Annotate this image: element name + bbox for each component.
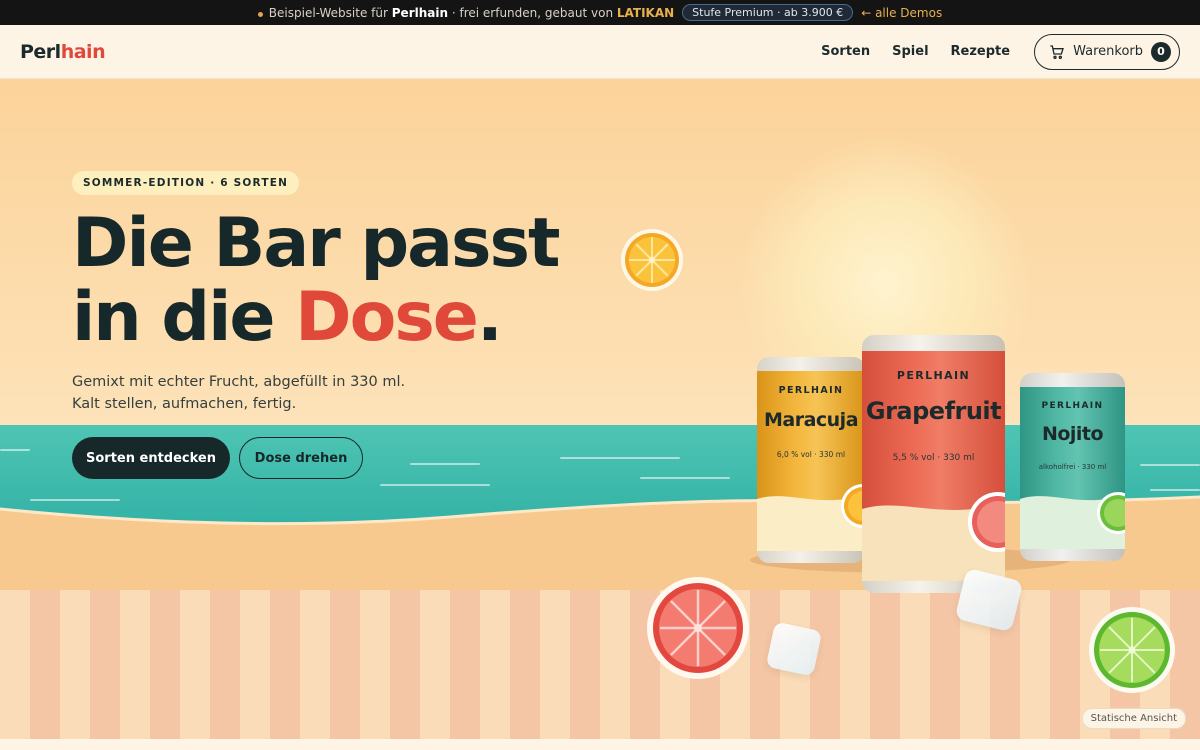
- can-flavor: Nojito: [1041, 423, 1104, 445]
- lime-slice-icon: [1089, 607, 1175, 693]
- tier-pill[interactable]: Stufe Premium · ab 3.900 €: [682, 4, 854, 21]
- can-maracuja[interactable]: PERLHAIN Maracuja 6,0 % vol · 330 ml: [757, 357, 865, 563]
- grapefruit-slice-icon: [968, 492, 1005, 552]
- main-nav: Sorten Spiel Rezepte Warenkorb 0: [821, 33, 1180, 70]
- site-header: Perlhain Sorten Spiel Rezepte Warenkorb …: [0, 25, 1200, 79]
- hero-section: SOMMER-EDITION · 6 SORTEN Die Bar passt …: [0, 79, 1200, 750]
- cart-button[interactable]: Warenkorb 0: [1034, 33, 1180, 70]
- edition-badge: SOMMER-EDITION · 6 SORTEN: [72, 171, 300, 195]
- nav-item-rezepte[interactable]: Rezepte: [951, 44, 1011, 59]
- can-brand: PERLHAIN: [778, 385, 844, 396]
- can-info: 6,0 % vol · 330 ml: [776, 450, 846, 459]
- lime-slice-icon: [1097, 492, 1125, 534]
- cart-count: 0: [1151, 41, 1171, 62]
- all-demos-link[interactable]: ← alle Demos: [861, 6, 942, 20]
- towel-edge: [0, 739, 1200, 750]
- wave-line: [410, 463, 480, 465]
- orange-slice-icon: [621, 229, 683, 291]
- striped-towel: [0, 590, 1200, 750]
- dot-icon: [257, 11, 263, 17]
- announcement-text: Beispiel-Website für Perlhain · frei erf…: [257, 5, 675, 20]
- static-view-toggle[interactable]: Statische Ansicht: [1081, 708, 1186, 729]
- cart-label: Warenkorb: [1073, 44, 1143, 59]
- nav-item-spiel[interactable]: Spiel: [892, 44, 928, 59]
- announcement-bar: Beispiel-Website für Perlhain · frei erf…: [0, 0, 1200, 25]
- wave-line: [1140, 464, 1200, 466]
- can-flavor: Maracuja: [763, 409, 859, 431]
- wave-line: [0, 449, 30, 451]
- can-grapefruit[interactable]: PERLHAIN Grapefruit 5,5 % vol · 330 ml: [862, 335, 1005, 593]
- can-info: 5,5 % vol · 330 ml: [892, 453, 975, 463]
- hero-subtitle: Gemixt mit echter Frucht, abgefüllt in 3…: [72, 374, 406, 412]
- announcement-maker: LATIKAN: [616, 5, 675, 20]
- grapefruit-slice-icon: [647, 577, 749, 679]
- announcement-brand: Perlhain: [391, 5, 449, 20]
- hero-headline: Die Bar passt in die Dose.: [72, 204, 560, 357]
- can-info: alkoholfrei · 330 ml: [1038, 463, 1107, 471]
- can-brand: PERLHAIN: [896, 369, 971, 382]
- nav-item-sorten[interactable]: Sorten: [821, 44, 870, 59]
- rotate-can-button[interactable]: Dose drehen: [239, 437, 363, 479]
- discover-flavors-button[interactable]: Sorten entdecken: [72, 437, 230, 479]
- ice-cube-icon: [765, 621, 823, 677]
- can-flavor: Grapefruit: [865, 397, 1002, 425]
- can-nojito[interactable]: PERLHAIN Nojito alkoholfrei · 330 ml: [1020, 373, 1125, 561]
- wave-line: [560, 457, 680, 459]
- logo[interactable]: Perlhain: [20, 41, 106, 63]
- can-brand: PERLHAIN: [1041, 401, 1104, 411]
- cart-icon: [1050, 44, 1065, 59]
